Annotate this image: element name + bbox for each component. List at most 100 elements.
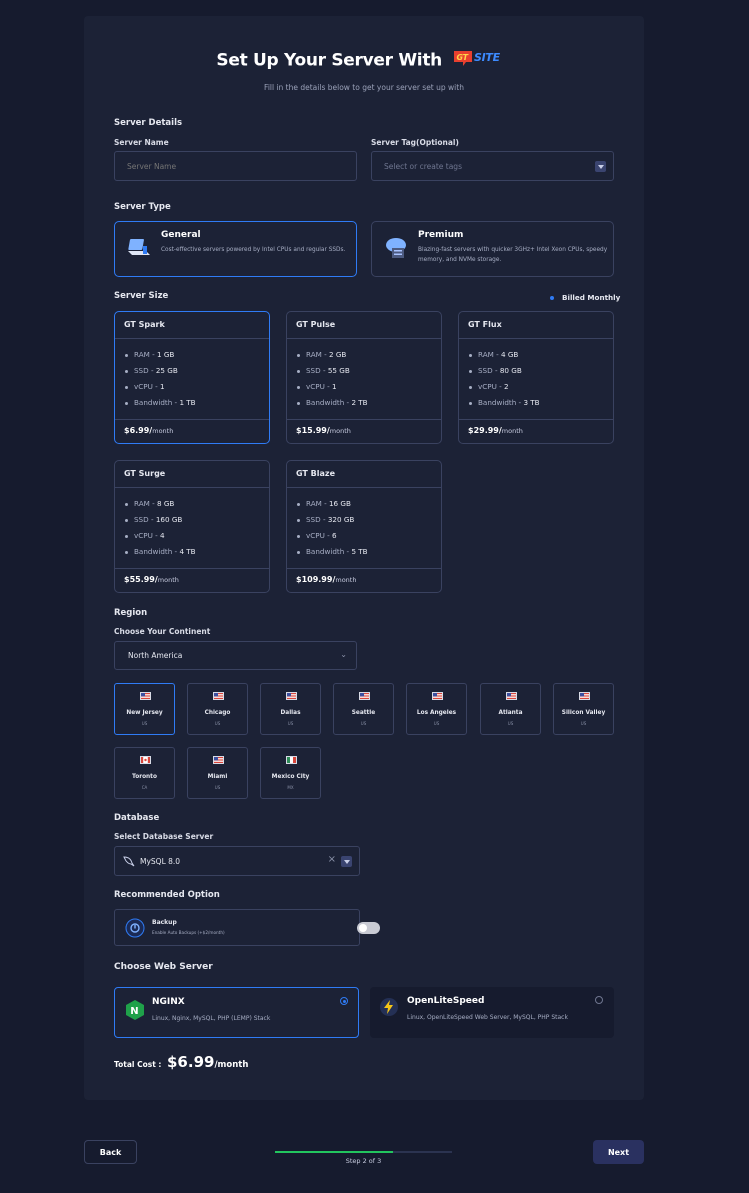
region-name: Chicago [204,710,231,716]
plan-spec-vcpu: vCPU - 1 [125,382,165,391]
us-flag-icon [359,692,370,700]
laptop-icon [125,234,153,266]
region-mexico-city[interactable]: Mexico City MX [260,747,321,799]
radio-selected-icon[interactable] [340,997,348,1005]
server-type-general[interactable]: General Cost-effective servers powered b… [114,221,357,277]
plan-spec-bandwidth: Bandwidth - 5 TB [297,547,368,556]
progress-track [275,1151,452,1153]
radio-unselected-icon[interactable] [595,996,603,1004]
plan-card-blaze[interactable]: GT Blaze RAM - 16 GB SSD - 320 GB vCPU -… [286,460,442,593]
server-type-general-title: General [161,230,201,240]
region-los-angeles[interactable]: Los Angeles US [406,683,467,735]
server-size-heading: Server Size [114,291,169,301]
plan-spec-bandwidth: Bandwidth - 2 TB [297,398,368,407]
plan-spec-vcpu: vCPU - 2 [469,382,509,391]
region-miami[interactable]: Miami US [187,747,248,799]
plan-spec-vcpu: vCPU - 4 [125,531,165,540]
web-server-heading: Choose Web Server [114,962,213,972]
clear-icon[interactable]: × [328,854,336,865]
web-server-openlitespeed[interactable]: OpenLiteSpeed Linux, OpenLiteSpeed Web S… [370,987,614,1038]
plan-spec-ssd: SSD - 25 GB [125,366,178,375]
us-flag-icon [579,692,590,700]
divider [287,568,441,569]
region-silicon-valley[interactable]: Silicon Valley US [553,683,614,735]
region-dallas[interactable]: Dallas US [260,683,321,735]
plan-spec-ssd: SSD - 160 GB [125,515,182,524]
plan-price: $29.99/month [468,426,523,435]
recommended-heading: Recommended Option [114,890,220,900]
us-flag-icon [286,692,297,700]
plan-spec-ram: RAM - 2 GB [297,350,346,359]
server-name-input[interactable] [114,151,357,181]
us-flag-icon [506,692,517,700]
total-period: /month [214,1060,249,1070]
backup-toggle[interactable] [357,922,380,934]
mx-flag-icon [286,756,297,764]
dropdown-arrow-icon[interactable] [595,161,606,172]
region-name: Los Angeles [416,710,457,716]
page-subtitle: Fill in the details below to get your se… [264,83,464,92]
divider [115,487,269,488]
region-code: US [287,721,294,726]
total-label: Total Cost : [114,1060,162,1069]
region-code: US [580,721,587,726]
region-code: CA [141,785,148,790]
plan-spec-vcpu: vCPU - 1 [297,382,337,391]
plan-name: GT Blaze [296,469,335,478]
region-name: Atlanta [498,710,523,716]
us-flag-icon [213,756,224,764]
plan-spec-ram: RAM - 16 GB [297,499,351,508]
region-name: Miami [207,774,228,780]
us-flag-icon [213,692,224,700]
step-indicator: Step 2 of 3 [345,1157,382,1165]
server-tag-placeholder: Select or create tags [384,161,462,171]
region-seattle[interactable]: Seattle US [333,683,394,735]
plan-name: GT Surge [124,469,166,478]
divider [115,419,269,420]
region-toronto[interactable]: Toronto CA [114,747,175,799]
plan-card-flux[interactable]: GT Flux RAM - 4 GB SSD - 80 GB vCPU - 2 … [458,311,614,444]
back-button[interactable]: Back [84,1140,137,1164]
gt-site-logo: GT SITE [452,48,512,73]
continent-select[interactable]: North America ⌄ [114,641,357,670]
progress-fill [275,1151,394,1153]
cloud-server-icon [382,234,410,266]
region-name: Silicon Valley [561,710,606,716]
web-server-nginx[interactable]: N NGINX Linux, Nginx, MySQL, PHP (LEMP) … [114,987,359,1038]
server-type-premium-title: Premium [418,230,464,240]
database-select[interactable]: MySQL 8.0 × [114,846,360,876]
plan-name: GT Pulse [296,320,336,329]
plan-spec-bandwidth: Bandwidth - 4 TB [125,547,196,556]
billing-toggle[interactable]: Billed Monthly [550,293,620,302]
server-tag-select[interactable]: Select or create tags [371,151,614,181]
region-new-jersey[interactable]: New Jersey US [114,683,175,735]
backup-desc: Enable Auto Backups (+$2/month) [152,930,225,935]
nginx-icon: N [126,1000,144,1024]
lightning-icon [379,997,399,1021]
plan-spec-ssd: SSD - 80 GB [469,366,522,375]
continent-value: North America [128,651,183,660]
server-tag-label: Server Tag(Optional) [371,138,459,147]
plan-spec-ssd: SSD - 55 GB [297,366,350,375]
plan-card-spark[interactable]: GT Spark RAM - 1 GB SSD - 25 GB vCPU - 1… [114,311,270,444]
next-button[interactable]: Next [593,1140,644,1164]
server-type-premium[interactable]: Premium Blazing-fast servers with quicke… [371,221,614,277]
server-details-heading: Server Details [114,118,183,128]
dropdown-arrow-icon[interactable] [341,856,352,867]
plan-spec-bandwidth: Bandwidth - 1 TB [125,398,196,407]
backup-option: Backup Enable Auto Backups (+$2/month) [114,909,380,946]
region-name: Toronto [132,774,157,780]
web-server-nginx-title: NGINX [152,997,185,1007]
setup-card: Set Up Your Server With GT SITE Fill in … [84,16,644,1100]
svg-text:GT: GT [456,53,468,62]
mysql-dolphin-icon [123,855,135,869]
region-chicago[interactable]: Chicago US [187,683,248,735]
plan-card-pulse[interactable]: GT Pulse RAM - 2 GB SSD - 55 GB vCPU - 1… [286,311,442,444]
backup-title: Backup [152,919,177,926]
plan-card-surge[interactable]: GT Surge RAM - 8 GB SSD - 160 GB vCPU - … [114,460,270,593]
region-code: US [507,721,514,726]
page-title-text: Set Up Your Server With [216,50,442,71]
region-name: Mexico City [271,774,310,780]
total-amount: $6.99 [167,1053,215,1071]
region-atlanta[interactable]: Atlanta US [480,683,541,735]
